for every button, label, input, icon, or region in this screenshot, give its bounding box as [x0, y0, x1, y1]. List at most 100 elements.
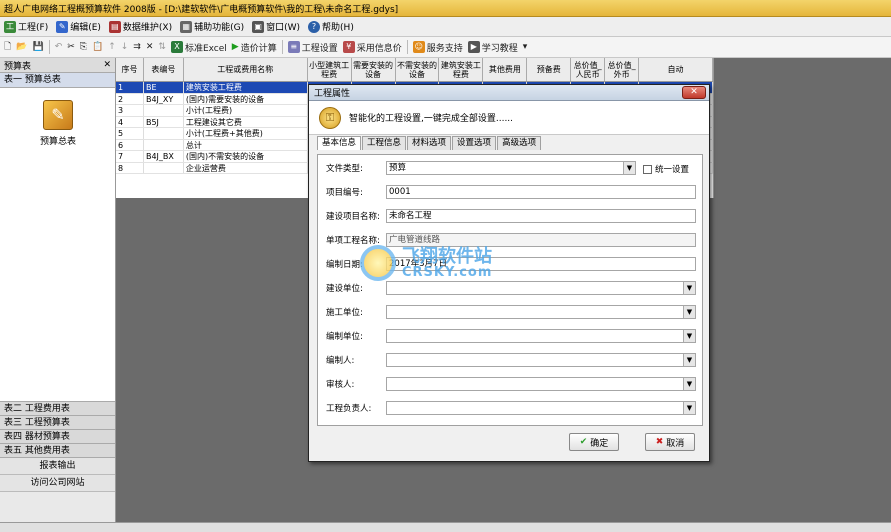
checkbox-box[interactable] [643, 164, 652, 174]
chevron-down-icon[interactable]: ▼ [623, 162, 635, 174]
compile-unit-select[interactable]: ▼ [386, 329, 696, 343]
reviewer-select[interactable]: ▼ [386, 377, 696, 391]
save-icon[interactable]: 💾 [32, 42, 43, 52]
table-cell[interactable]: B4J_BX [144, 151, 184, 162]
table-cell[interactable] [144, 162, 184, 173]
file-type-value: 预算 [389, 163, 407, 173]
toolbar-overflow-icon[interactable]: ▾ [523, 42, 528, 52]
table-cell[interactable]: BE [143, 82, 184, 93]
cancel-button[interactable]: ✖ 取消 [645, 433, 695, 451]
project-no-field[interactable]: 0001 [386, 185, 696, 199]
table-cell[interactable]: 小计(工程费) [184, 105, 308, 116]
column-header[interactable]: 自动 [639, 58, 713, 81]
table-cell[interactable]: 小计(工程费+其他费) [184, 128, 308, 139]
menu-assist[interactable]: ▦ 辅助功能(G) [180, 20, 244, 33]
chevron-down-icon[interactable]: ▼ [683, 378, 695, 390]
menu-data-maintenance[interactable]: ▤ 数据维护(X) [108, 20, 172, 33]
table-cell[interactable]: 7 [116, 151, 144, 162]
table-cell[interactable]: (国内)需要安装的设备 [184, 93, 308, 104]
chevron-down-icon[interactable]: ▼ [683, 402, 695, 414]
compiler-select[interactable]: ▼ [386, 353, 696, 367]
table-cell[interactable]: 建筑安装工程费 [183, 82, 308, 93]
project-settings-button[interactable]: ≡ 工程设置 [287, 41, 338, 54]
tab-material-options[interactable]: 材料选项 [407, 136, 452, 150]
budget-summary-icon[interactable]: ✎ [43, 100, 73, 130]
column-header[interactable]: 需要安装的设备 [352, 58, 396, 81]
tab-project-info[interactable]: 工程信息 [362, 136, 407, 150]
column-header[interactable]: 总价值_外币 [605, 58, 640, 81]
ok-button[interactable]: ✔ 确定 [569, 433, 619, 451]
table-cell[interactable]: B5J [144, 116, 184, 127]
insert-row-icon[interactable]: ⇉ [133, 42, 141, 52]
dialog-close-button[interactable]: ✕ [682, 86, 706, 99]
service-support-button[interactable]: ☺ 服务支持 [412, 41, 463, 54]
table-cell[interactable]: 1 [116, 82, 144, 93]
learning-tutorial-button[interactable]: ▶ 学习教程 [467, 41, 518, 54]
tab-table-2[interactable]: 表二 工程费用表 [0, 402, 115, 416]
menu-window[interactable]: ▣ 窗口(W) [252, 20, 300, 33]
sort-icon[interactable]: ⇅ [158, 42, 166, 52]
column-header[interactable]: 预备费 [527, 58, 572, 81]
column-header[interactable]: 序号 [116, 58, 144, 81]
construct-unit-select[interactable]: ▼ [386, 305, 696, 319]
chevron-down-icon[interactable]: ▼ [683, 354, 695, 366]
menu-help[interactable]: ? 帮助(H) [308, 20, 354, 33]
visit-website-button[interactable]: 访问公司网站 [0, 475, 115, 492]
table-cell[interactable]: (国内)不需安装的设备 [184, 151, 308, 162]
move-down-icon[interactable]: ↓ [121, 42, 129, 52]
project-name-field[interactable]: 未命名工程 [386, 209, 696, 223]
open-folder-icon[interactable]: 📂 [16, 42, 27, 52]
column-header[interactable]: 不需安装的设备 [396, 58, 440, 81]
table-cell[interactable]: 2 [116, 93, 144, 104]
column-header[interactable]: 建筑安装工程费 [439, 58, 484, 81]
tab-table-4[interactable]: 表四 器材预算表 [0, 430, 115, 444]
report-output-button[interactable]: 报表输出 [0, 458, 115, 475]
project-lead-select[interactable]: ▼ [386, 401, 696, 415]
unit-project-name-field[interactable]: 广电管道线路 [386, 233, 696, 247]
table-cell[interactable]: 总计 [184, 139, 308, 150]
close-icon[interactable]: ✕ [103, 60, 111, 70]
table-cell[interactable]: 3 [116, 105, 144, 116]
tab-budget-summary[interactable]: 表一 预算总表 [0, 73, 115, 88]
tab-table-3[interactable]: 表三 工程预算表 [0, 416, 115, 430]
tab-table-5[interactable]: 表五 其他费用表 [0, 444, 115, 458]
column-header[interactable]: 工程或费用名称 [184, 58, 308, 81]
menu-project[interactable]: 工工程(F) [4, 20, 48, 33]
chevron-down-icon[interactable]: ▼ [683, 282, 695, 294]
build-unit-select[interactable]: ▼ [386, 281, 696, 295]
table-cell[interactable]: 4 [116, 116, 144, 127]
file-type-select[interactable]: 预算 ▼ [386, 161, 636, 175]
calc-button[interactable]: ▶ 造价计算 [232, 41, 277, 54]
table-cell[interactable] [144, 105, 184, 116]
table-cell[interactable]: 5 [116, 128, 144, 139]
paste-icon[interactable]: 📋 [92, 42, 103, 52]
delete-icon[interactable]: ✕ [146, 42, 154, 52]
date-field[interactable]: 2017年3月7日 [386, 257, 696, 271]
table-cell[interactable]: 企业运营费 [184, 162, 308, 173]
tab-basic-info[interactable]: 基本信息 [317, 136, 362, 150]
column-header[interactable]: 其他费用 [483, 58, 528, 81]
unified-setting-checkbox[interactable]: 统一设置 [643, 163, 689, 175]
table-cell[interactable] [144, 139, 184, 150]
table-cell[interactable]: 8 [116, 162, 144, 173]
new-file-icon[interactable]: 🗋 [4, 39, 11, 55]
table-cell[interactable]: 工程建设其它费 [184, 116, 308, 127]
cut-icon[interactable]: ✂ [67, 42, 75, 52]
chevron-down-icon[interactable]: ▼ [683, 306, 695, 318]
standard-excel-button[interactable]: X 标准Excel [170, 41, 227, 54]
table-cell[interactable]: 6 [116, 139, 144, 150]
undo-icon[interactable]: ↶ [55, 42, 63, 52]
table-cell[interactable] [144, 128, 184, 139]
column-header[interactable]: 小型建筑工程费 [308, 58, 352, 81]
chevron-down-icon[interactable]: ▼ [683, 330, 695, 342]
copy-icon[interactable]: ⎘ [80, 42, 87, 52]
tab-setting-options[interactable]: 设置选项 [452, 136, 497, 150]
column-header[interactable]: 表编号 [144, 58, 184, 81]
build-unit-row: 建设单位: [326, 281, 386, 295]
menu-edit[interactable]: ✎ 编辑(E) [56, 20, 101, 33]
column-header[interactable]: 总价值_人民币 [571, 58, 606, 81]
use-info-price-button[interactable]: ¥ 采用信息价 [342, 41, 402, 54]
tab-advanced-options[interactable]: 高级选项 [497, 136, 542, 150]
move-up-icon[interactable]: ↑ [108, 42, 116, 52]
table-cell[interactable]: B4J_XY [144, 93, 184, 104]
